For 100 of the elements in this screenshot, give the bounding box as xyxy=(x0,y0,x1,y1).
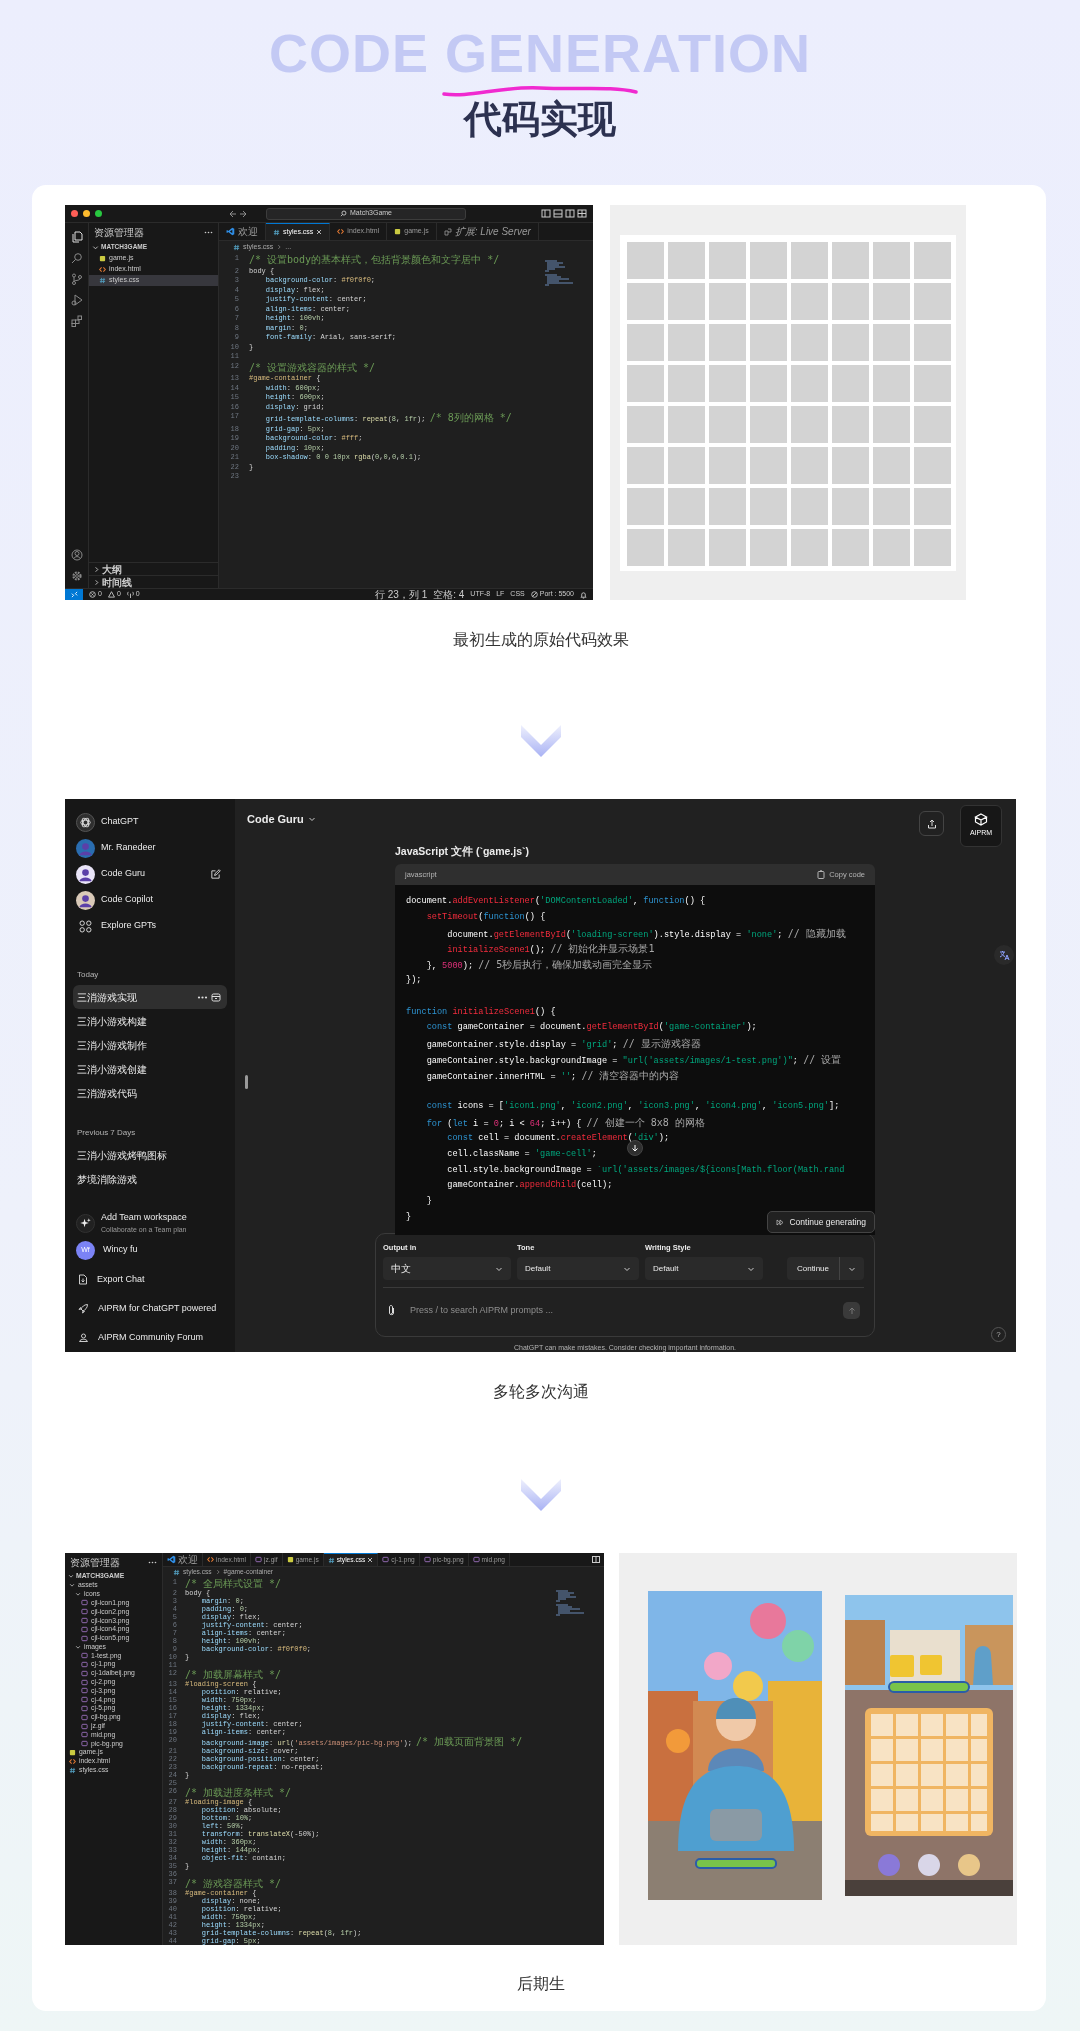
code-line: cell.style.backgroundImage = `url('assets/images/${icons[Math.floor(Math.rand xyxy=(446,1164,845,1175)
branch-icon[interactable] xyxy=(70,273,83,285)
logo-icon xyxy=(226,227,235,236)
more-icon[interactable] xyxy=(148,1560,157,1564)
extensions-icon xyxy=(443,227,452,236)
attach-icon[interactable] xyxy=(387,1304,396,1318)
chevron-icon[interactable] xyxy=(75,1643,81,1650)
js-file-icon xyxy=(69,1749,76,1757)
code-line: function initializeScene1() { xyxy=(406,1006,556,1017)
sidebar-link[interactable]: Export Chat xyxy=(73,1265,227,1294)
code-line: const icons = ['icon1.png', 'icon2.png', 'icon3.png', 'icon4.png', 'icon5.png']; xyxy=(425,1101,840,1112)
gpt-item[interactable]: ChatGPT xyxy=(73,809,227,835)
port-icon xyxy=(530,591,538,598)
caption: 多轮多次沟通 xyxy=(492,1383,589,1400)
chat-history-item[interactable]: 三消游戏实现 xyxy=(73,985,227,1009)
account-icon[interactable] xyxy=(70,549,83,561)
close-icon[interactable] xyxy=(367,1557,374,1563)
editor-tab[interactable]: 欢迎 xyxy=(163,1553,203,1566)
select-field[interactable]: 中文 xyxy=(383,1257,511,1281)
settings-icon[interactable] xyxy=(70,570,83,582)
chevron-icon[interactable] xyxy=(75,1591,81,1598)
section-title: 代码实现 xyxy=(464,97,616,141)
code-line: gameContainer.style.backgroundImage = "url('assets/images/1-test.png')"; // 设置 xyxy=(425,1055,842,1066)
select-field[interactable]: Default xyxy=(517,1257,639,1281)
chevron-icon[interactable] xyxy=(92,243,99,251)
clipboard-icon xyxy=(817,870,826,879)
chat-history-item[interactable]: 三消游戏代码 xyxy=(73,1081,227,1105)
warning-icon xyxy=(107,591,115,598)
avatar-icon xyxy=(76,890,95,910)
code-line: setTimeout(function() { xyxy=(425,911,546,922)
chevron-icon[interactable] xyxy=(276,244,283,250)
code-line: document.getElementById('loading-screen').style.display = 'none'; // 隐藏加载 xyxy=(446,929,846,940)
resize-handle[interactable] xyxy=(245,1075,248,1089)
code-line: /* 全局样式设置 */ xyxy=(185,1578,282,1589)
extensions-icon[interactable] xyxy=(70,315,83,327)
share-button[interactable] xyxy=(919,811,944,836)
model-selector[interactable]: Code Guru xyxy=(247,811,316,828)
document-icon xyxy=(78,1274,88,1285)
image-file-icon xyxy=(472,1556,480,1563)
fast-forward-icon xyxy=(776,1218,785,1226)
chat-history-item[interactable]: 梦境消除游戏 xyxy=(73,1167,227,1191)
chat-history-item[interactable]: 三消小游戏构建 xyxy=(73,1009,227,1033)
gpt-item[interactable]: Code Guru xyxy=(73,861,227,887)
split-editor-icon[interactable] xyxy=(592,1556,600,1563)
caption: 后期生 xyxy=(516,1975,565,1992)
remote-button[interactable] xyxy=(65,588,83,600)
chat-history-item[interactable]: 三消小游戏创建 xyxy=(73,1057,227,1081)
search-icon[interactable] xyxy=(70,252,83,264)
js-file-icon xyxy=(394,228,402,235)
remote-icon xyxy=(70,591,78,598)
prompt-input[interactable]: Press / to search AIPRM prompts ... xyxy=(408,1303,831,1319)
chevron-icon[interactable] xyxy=(214,1569,221,1575)
upload-icon xyxy=(926,818,937,829)
image-file-icon xyxy=(423,1556,431,1563)
scroll-down-button[interactable] xyxy=(627,1140,643,1156)
js-file-icon xyxy=(99,255,106,262)
explorer-title: 资源管理器 xyxy=(70,1555,120,1570)
sidebar-link[interactable]: AIPRM for ChatGPT powered xyxy=(73,1294,227,1323)
continue-generating-button[interactable]: Continue generating xyxy=(767,1211,875,1233)
sidebar-link[interactable]: AIPRM Community Forum xyxy=(73,1323,227,1352)
gpt-item[interactable]: Mr. Ranedeer xyxy=(73,835,227,861)
js-file-icon xyxy=(286,1556,294,1563)
run-debug-icon[interactable] xyxy=(70,294,83,306)
hash-icon xyxy=(233,243,240,251)
chat-history-item[interactable]: 三消小游戏烤鸭图标 xyxy=(73,1143,227,1167)
gpt-item[interactable]: Code Copilot xyxy=(73,887,227,913)
editor-tab[interactable]: 扩展: Live Server xyxy=(436,223,539,240)
sparkle-icon xyxy=(76,1213,95,1233)
code-line: /* 加载屏幕样式 */ xyxy=(185,1669,282,1680)
avatar-icon xyxy=(76,838,95,858)
layout-icons[interactable] xyxy=(541,209,587,218)
select-field[interactable]: Default xyxy=(645,1257,763,1281)
html-file-icon xyxy=(69,1757,76,1765)
status-item: 空格: 4 xyxy=(433,588,465,600)
hash-icon xyxy=(69,1766,76,1774)
files-icon[interactable] xyxy=(70,231,83,243)
navigation-arrows-icon[interactable] xyxy=(227,209,249,218)
more-icon[interactable] xyxy=(204,230,213,234)
code-line: /* 游戏容器样式 */ xyxy=(185,1878,282,1889)
edit-icon[interactable] xyxy=(210,868,221,880)
hash-icon xyxy=(327,1556,335,1564)
panel-header[interactable]: 大纲 xyxy=(89,562,218,575)
code-line: const cell = document.createElement('div'); xyxy=(446,1132,670,1143)
code-line: gameContainer.appendChild(cell); xyxy=(446,1180,613,1191)
gpt-item[interactable]: Explore GPTs xyxy=(73,913,227,939)
translate-button[interactable] xyxy=(994,945,1014,965)
code-line: }, 5000); // 5秒后执行，确保加载动画完全显示 xyxy=(425,961,653,972)
chevron-icon[interactable] xyxy=(68,1573,74,1579)
code-line: const gameContainer = document.getElementById('game-container'); xyxy=(425,1022,757,1033)
cube-icon xyxy=(974,813,988,827)
logo-icon xyxy=(76,812,95,832)
chevron-icon[interactable] xyxy=(307,815,316,824)
error-icon xyxy=(89,591,96,598)
chat-history-item[interactable]: 三消小游戏制作 xyxy=(73,1033,227,1057)
code-line: document.addEventListener('DOMContentLoaded', function() { xyxy=(406,896,706,906)
close-icon[interactable] xyxy=(316,229,323,235)
chevron-icon[interactable] xyxy=(69,1582,75,1589)
bell-icon[interactable] xyxy=(580,590,587,599)
options-icon[interactable] xyxy=(197,992,221,1002)
code-line: initializeScene1(); // 初始化并显示场景1 xyxy=(446,945,655,956)
